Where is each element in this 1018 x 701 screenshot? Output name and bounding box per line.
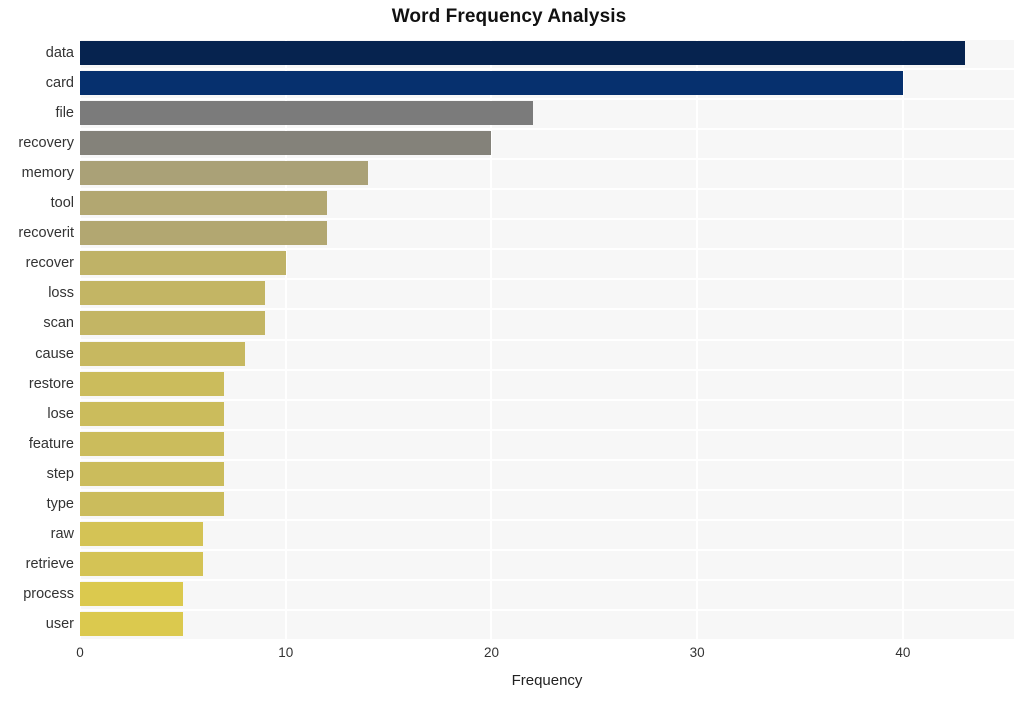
y-tick-label-type: type	[46, 495, 74, 512]
x-tick-label-0: 0	[76, 645, 84, 660]
row-separator	[80, 68, 1014, 70]
y-tick-label-memory: memory	[21, 165, 74, 182]
row-separator	[80, 158, 1014, 160]
bar-cause	[80, 341, 245, 366]
row-separator	[80, 38, 1014, 40]
row-separator	[80, 308, 1014, 310]
y-tick-label-cause: cause	[35, 345, 74, 362]
row-separator	[80, 98, 1014, 100]
row-separator	[80, 519, 1014, 521]
y-tick-label-step: step	[46, 465, 74, 482]
bar-file	[80, 101, 533, 126]
row-separator	[80, 188, 1014, 190]
y-tick-label-data: data	[45, 45, 74, 62]
x-tick-label-40: 40	[895, 645, 911, 660]
row-separator	[80, 549, 1014, 551]
x-tick-label-30: 30	[689, 645, 705, 660]
bar-card	[80, 71, 903, 96]
y-tick-label-recover: recover	[25, 255, 74, 272]
y-tick-label-file: file	[55, 105, 74, 122]
bar-scan	[80, 311, 266, 336]
bar-step	[80, 461, 224, 486]
y-tick-label-recovery: recovery	[18, 135, 74, 152]
bar-raw	[80, 521, 204, 546]
y-tick-label-feature: feature	[28, 435, 74, 452]
bar-restore	[80, 371, 224, 396]
bar-data	[80, 41, 965, 66]
x-tick-label-10: 10	[278, 645, 294, 660]
y-tick-label-lose: lose	[47, 405, 74, 422]
y-tick-label-user: user	[45, 615, 74, 632]
bar-recover	[80, 251, 286, 276]
row-separator	[80, 278, 1014, 280]
bar-memory	[80, 161, 369, 186]
y-tick-label-retrieve: retrieve	[25, 555, 74, 572]
row-separator	[80, 218, 1014, 220]
row-separator	[80, 489, 1014, 491]
y-tick-label-loss: loss	[48, 285, 74, 302]
row-separator	[80, 459, 1014, 461]
y-tick-label-card: card	[45, 75, 74, 92]
row-separator	[80, 248, 1014, 250]
x-axis-tick-labels: 0 10 20 30 40	[76, 639, 1014, 665]
row-separator	[80, 579, 1014, 581]
bar-tool	[80, 191, 327, 216]
y-tick-label-scan: scan	[43, 315, 74, 332]
bar-user	[80, 611, 183, 636]
bar-recovery	[80, 131, 492, 156]
y-tick-label-restore: restore	[28, 375, 74, 392]
y-tick-label-tool: tool	[50, 195, 74, 212]
row-separator	[80, 128, 1014, 130]
bar-lose	[80, 401, 224, 426]
bar-feature	[80, 431, 224, 456]
word-frequency-chart: Word Frequency Analysis data card file reco…	[0, 0, 1018, 701]
y-tick-label-process: process	[23, 585, 74, 602]
plot-area	[79, 38, 1014, 641]
bar-type	[80, 491, 224, 516]
x-tick-label-20: 20	[483, 645, 499, 660]
bar-retrieve	[80, 551, 204, 576]
bar-process	[80, 581, 183, 606]
y-tick-label-raw: raw	[50, 525, 74, 542]
bar-loss	[80, 281, 266, 306]
bar-recoverit	[80, 221, 327, 246]
chart-title: Word Frequency Analysis	[391, 6, 627, 27]
x-axis-title: Frequency	[511, 672, 583, 689]
y-axis-tick-labels: data card file recovery memory tool recoverit r…	[0, 38, 74, 639]
row-separator	[80, 609, 1014, 611]
y-tick-label-recoverit: recoverit	[18, 225, 74, 242]
